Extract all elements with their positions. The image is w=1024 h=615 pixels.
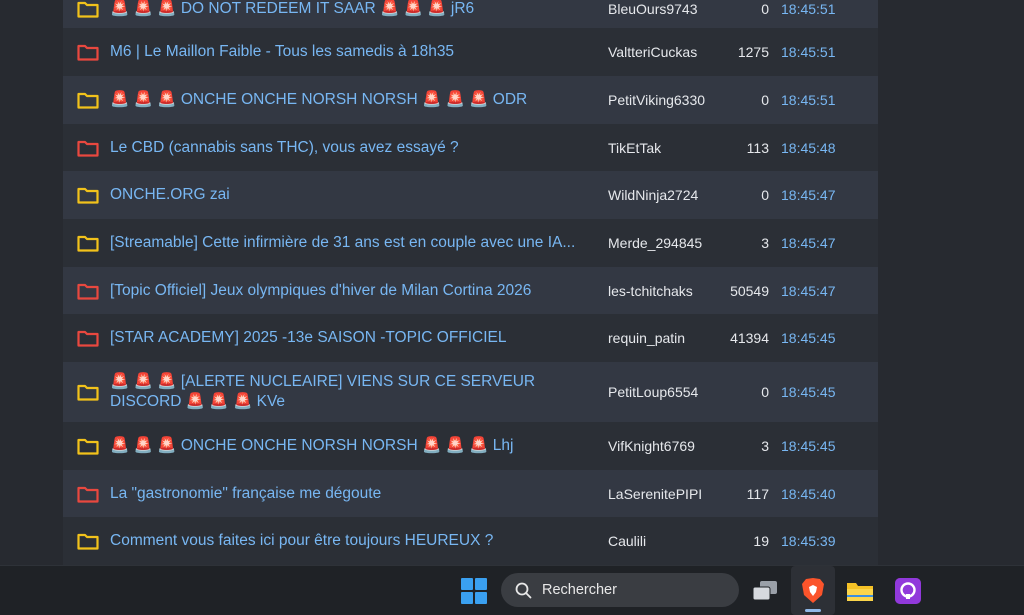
topic-last-time-link[interactable]: 18:45:51	[781, 92, 836, 108]
topic-reply-count: 0	[761, 1, 769, 17]
topic-row[interactable]: 🚨 🚨 🚨 ONCHE ONCHE NORSH NORSH 🚨 🚨 🚨 ODR P…	[63, 76, 878, 125]
topic-title-link[interactable]: 🚨 🚨 🚨 ONCHE ONCHE NORSH NORSH 🚨 🚨 🚨 Lhj	[110, 436, 600, 456]
app-button[interactable]	[888, 566, 928, 615]
brave-browser-icon	[802, 578, 824, 603]
topic-reply-count: 1275	[737, 44, 769, 60]
topic-author[interactable]: PetitLoup6554	[608, 384, 698, 400]
topic-title-link[interactable]: [STAR ACADEMY] 2025 -13e SAISON -TOPIC O…	[110, 328, 600, 348]
search-icon	[515, 582, 532, 598]
topic-reply-count: 50549	[730, 282, 769, 299]
topic-title-link[interactable]: 🚨 🚨 🚨 [ALERTE NUCLEAIRE] VIENS SUR CE SE…	[110, 372, 600, 412]
topic-author[interactable]: PetitViking6330	[608, 92, 705, 108]
topic-author[interactable]: VifKnight6769	[608, 438, 695, 454]
topic-last-time-link[interactable]: 18:45:51	[781, 1, 836, 17]
topic-reply-count: 0	[761, 187, 769, 203]
topic-row[interactable]: Comment vous faites ici pour être toujou…	[63, 517, 878, 565]
start-button[interactable]	[455, 566, 493, 615]
topic-reply-count: 117	[746, 485, 769, 502]
brave-browser-button[interactable]	[791, 566, 835, 615]
topic-row[interactable]: M6 | Le Maillon Faible - Tous les samedi…	[63, 28, 878, 77]
topic-last-time-link[interactable]: 18:45:45	[781, 438, 836, 454]
topic-row[interactable]: [STAR ACADEMY] 2025 -13e SAISON -TOPIC O…	[63, 314, 878, 363]
topic-last-time-link[interactable]: 18:45:40	[781, 486, 836, 502]
topic-reply-count: 3	[761, 235, 769, 251]
search-placeholder: Rechercher	[542, 582, 617, 598]
topic-author[interactable]: LaSerenitePIPI	[608, 486, 702, 502]
topic-row[interactable]: Le CBD (cannabis sans THC), vous avez es…	[63, 124, 878, 172]
topic-title-link[interactable]: 🚨 🚨 🚨 DO NOT REDEEM IT SAAR 🚨 🚨 🚨 jR6	[110, 0, 600, 19]
windows-start-icon	[461, 577, 487, 604]
folder-red-icon	[77, 283, 99, 300]
topic-reply-count: 19	[753, 533, 769, 549]
topic-row[interactable]: [Topic Officiel] Jeux olympiques d'hiver…	[63, 267, 878, 315]
topic-reply-count: 41394	[730, 330, 769, 346]
topic-author[interactable]: TikEtTak	[608, 140, 661, 156]
topic-title-link[interactable]: [Streamable] Cette infirmière de 31 ans …	[110, 233, 600, 253]
folder-yellow-icon	[77, 438, 99, 455]
topic-reply-count: 0	[761, 92, 769, 108]
topic-reply-count: 3	[761, 438, 769, 454]
topic-last-time-link[interactable]: 18:45:39	[781, 533, 836, 549]
topic-author[interactable]: ValtteriCuckas	[608, 44, 697, 60]
topic-row[interactable]: [Streamable] Cette infirmière de 31 ans …	[63, 219, 878, 268]
topic-list: 🚨 🚨 🚨 DO NOT REDEEM IT SAAR 🚨 🚨 🚨 jR6 Ble…	[63, 0, 878, 565]
topic-title-link[interactable]: 🚨 🚨 🚨 ONCHE ONCHE NORSH NORSH 🚨 🚨 🚨 ODR	[110, 90, 600, 110]
topic-last-time-link[interactable]: 18:45:47	[781, 235, 836, 251]
topic-last-time-link[interactable]: 18:45:51	[781, 44, 836, 60]
app-icon	[895, 577, 921, 604]
folder-red-icon	[77, 486, 99, 503]
folder-yellow-icon	[77, 235, 99, 252]
folder-yellow-icon	[77, 187, 99, 204]
taskbar-search-input[interactable]: Rechercher	[501, 573, 739, 607]
folder-red-icon	[77, 330, 99, 347]
file-explorer-button[interactable]	[840, 566, 880, 615]
topic-row[interactable]: ONCHE.ORG zai WildNinja2724 0 18:45:47	[63, 171, 878, 220]
topic-author[interactable]: requin_patin	[608, 330, 685, 346]
topic-author[interactable]: BleuOurs9743	[608, 1, 698, 17]
folder-red-icon	[77, 44, 99, 61]
topic-last-time-link[interactable]: 18:45:47	[781, 187, 836, 203]
topic-last-time-link[interactable]: 18:45:45	[781, 384, 836, 400]
task-view-icon	[752, 580, 777, 600]
topic-title-link[interactable]: Le CBD (cannabis sans THC), vous avez es…	[110, 138, 600, 158]
topic-author[interactable]: WildNinja2724	[608, 187, 698, 203]
topic-last-time-link[interactable]: 18:45:47	[781, 283, 836, 299]
topic-row[interactable]: La "gastronomie" française me dégoute LaS…	[63, 470, 878, 518]
topic-author[interactable]: Merde_294845	[608, 235, 702, 251]
topic-title-link[interactable]: ONCHE.ORG zai	[110, 185, 600, 205]
folder-yellow-icon	[77, 1, 99, 18]
folder-yellow-icon	[77, 384, 99, 401]
taskbar: Rechercher	[0, 565, 1024, 615]
folder-yellow-icon	[77, 533, 99, 550]
folder-yellow-icon	[77, 92, 99, 109]
topic-title-link[interactable]: Comment vous faites ici pour être toujou…	[110, 531, 600, 551]
topic-row[interactable]: 🚨 🚨 🚨 [ALERTE NUCLEAIRE] VIENS SUR CE SE…	[63, 362, 878, 423]
topic-row[interactable]: 🚨 🚨 🚨 ONCHE ONCHE NORSH NORSH 🚨 🚨 🚨 Lhj V…	[63, 422, 878, 471]
topic-last-time-link[interactable]: 18:45:48	[781, 140, 836, 156]
topic-row[interactable]: 🚨 🚨 🚨 DO NOT REDEEM IT SAAR 🚨 🚨 🚨 jR6 Ble…	[63, 0, 878, 29]
file-explorer-icon	[847, 582, 873, 601]
topic-title-link[interactable]: La "gastronomie" française me dégoute	[110, 484, 600, 504]
topic-author[interactable]: les-tchitchaks	[608, 283, 693, 299]
folder-red-icon	[77, 140, 99, 157]
topic-last-time-link[interactable]: 18:45:45	[781, 330, 836, 346]
topic-reply-count: 113	[746, 139, 769, 156]
topic-author[interactable]: Caulili	[608, 533, 646, 549]
task-view-button[interactable]	[746, 566, 784, 615]
topic-reply-count: 0	[761, 384, 769, 400]
topic-title-link[interactable]: [Topic Officiel] Jeux olympiques d'hiver…	[110, 281, 600, 301]
topic-title-link[interactable]: M6 | Le Maillon Faible - Tous les samedi…	[110, 42, 600, 62]
